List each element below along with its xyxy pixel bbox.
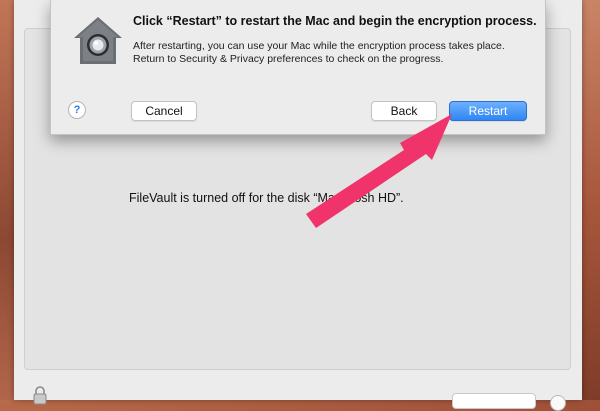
advanced-button[interactable] (452, 393, 536, 409)
lock-icon[interactable] (30, 385, 50, 405)
sheet-message-line-1: After restarting, you can use your Mac w… (133, 40, 505, 52)
sheet-message-line-2: Return to Security & Privacy preferences… (133, 53, 444, 65)
restart-confirmation-sheet: Click “Restart” to restart the Mac and b… (50, 0, 546, 135)
desktop-wallpaper-right (582, 0, 600, 400)
security-house-icon (74, 17, 122, 64)
help-button-bottom[interactable] (550, 395, 566, 411)
desktop-wallpaper-left (0, 0, 14, 400)
filevault-status-text: FileVault is turned off for the disk “Ma… (129, 191, 404, 205)
cancel-button[interactable]: Cancel (131, 101, 197, 121)
restart-button[interactable]: Restart (449, 101, 527, 121)
help-button[interactable]: ? (68, 101, 86, 119)
sheet-message: After restarting, you can use your Mac w… (133, 40, 533, 66)
back-button[interactable]: Back (371, 101, 437, 121)
sheet-title: Click “Restart” to restart the Mac and b… (133, 14, 537, 28)
